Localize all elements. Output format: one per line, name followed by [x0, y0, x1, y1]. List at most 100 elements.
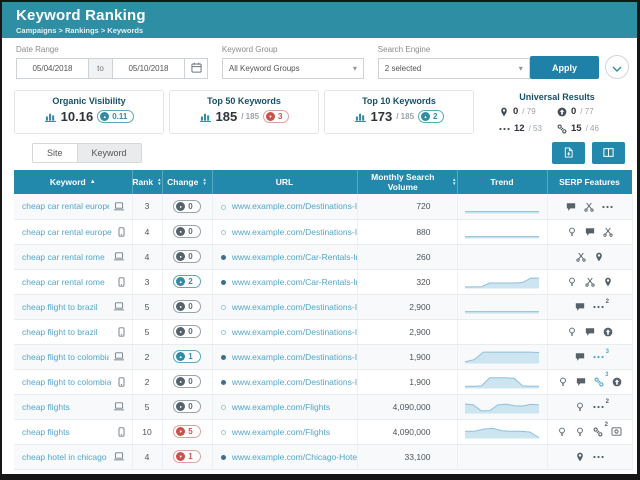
- url-link[interactable]: www.example.com/Car-Rentals-In-Rom…: [232, 252, 357, 262]
- table-row: cheap flights 5 ●0 www.example.com/Fligh…: [14, 394, 632, 419]
- tab-keyword[interactable]: Keyword: [78, 144, 141, 162]
- keyword-group-filter: Keyword Group All Keyword Groups ▾: [222, 45, 364, 79]
- date-to-input[interactable]: [112, 58, 184, 79]
- date-from-input[interactable]: [16, 58, 88, 79]
- rank-value: 5: [132, 319, 162, 344]
- pin-serp-icon: [594, 252, 604, 262]
- keyword-link[interactable]: cheap flight to brazil: [22, 327, 98, 337]
- serp-features-cell: [547, 269, 632, 294]
- keyword-link[interactable]: cheap flight to colombia: [22, 377, 111, 387]
- rank-value: 5: [132, 394, 162, 419]
- column-header-rank[interactable]: Rank ▲▼: [132, 170, 162, 194]
- universal-result-value: 0: [513, 106, 518, 117]
- keyword-link[interactable]: cheap flights: [22, 402, 70, 412]
- universal-result-total: / 53: [529, 124, 542, 133]
- trend-sparkline: [464, 198, 540, 215]
- url-link[interactable]: www.example.com/Flights: [232, 427, 330, 437]
- keyword-link[interactable]: cheap car rental rome: [22, 277, 105, 287]
- speech-serp-icon: [585, 227, 595, 237]
- universal-result-value: 12: [514, 123, 525, 134]
- url-link[interactable]: www.example.com/Destinations-In-Bra…: [232, 302, 357, 312]
- trend-sparkline: [464, 273, 540, 290]
- url-link[interactable]: www.example.com/Chicago-Hotels.d17…: [232, 452, 357, 462]
- bulb-serp-icon: [557, 427, 567, 437]
- delta-badge: ▲0.11: [97, 110, 134, 123]
- sort-icon: ▲▼: [202, 178, 206, 186]
- table-row: cheap flight to brazil 5 ●0 www.example.…: [14, 319, 632, 344]
- desktop-icon: [109, 402, 125, 411]
- keyword-group-select[interactable]: All Keyword Groups ▾: [222, 58, 364, 79]
- columns-button[interactable]: [592, 142, 625, 164]
- desktop-icon: [109, 352, 125, 361]
- url-link[interactable]: www.example.com/Destinations-In-Col…: [232, 352, 357, 362]
- column-label: SERP Features: [559, 177, 620, 187]
- column-header-monthly-search-volume[interactable]: Monthly Search Volume▲▼: [357, 170, 457, 194]
- serp-features-cell: 3: [547, 344, 632, 369]
- search-volume-value: 2,900: [357, 319, 457, 344]
- url-link[interactable]: www.example.com/Destinations-In-Col…: [232, 377, 357, 387]
- trend-sparkline: [464, 298, 540, 315]
- serp-features-cell: [547, 244, 632, 269]
- change-badge: ▼1: [173, 450, 200, 463]
- column-header-serp-features: SERP Features: [547, 170, 632, 194]
- table-row: cheap hotel in chicago 4 ▼1 www.example.…: [14, 444, 632, 469]
- keyword-link[interactable]: cheap flight to colombia: [22, 352, 109, 362]
- url-link[interactable]: www.example.com/Flights: [232, 402, 330, 412]
- keyword-link[interactable]: cheap flights: [22, 427, 70, 437]
- desktop-icon: [109, 202, 125, 211]
- serp-features-cell: 2: [547, 294, 632, 319]
- change-badge: ▲2: [173, 275, 200, 288]
- change-badge: ●0: [173, 400, 200, 413]
- serp-features-cell: 2: [547, 419, 632, 444]
- url-status-dot: [221, 330, 226, 335]
- keyword-link[interactable]: cheap flight to brazil: [22, 302, 98, 312]
- url-link[interactable]: www.example.com/Car-Rentals-In-Rom…: [232, 277, 357, 287]
- url-link[interactable]: www.example.com/Destinations-In-Bra…: [232, 327, 357, 337]
- card-value: 10.16: [61, 109, 94, 124]
- url-link[interactable]: www.example.com/Destinations-In-Eur…: [232, 201, 357, 211]
- mobile-icon: [114, 227, 125, 237]
- apply-button[interactable]: Apply: [530, 56, 599, 79]
- universal-result-total: / 79: [522, 107, 535, 116]
- search-volume-value: 880: [357, 219, 457, 244]
- export-button[interactable]: [552, 142, 585, 164]
- column-label: Rank: [132, 177, 153, 187]
- cut-serp-icon: [585, 277, 595, 287]
- keyword-link[interactable]: cheap hotel in chicago: [22, 452, 107, 462]
- calendar-icon: [191, 61, 202, 76]
- column-label: Trend: [490, 177, 513, 187]
- keyword-link[interactable]: cheap car rental europe: [22, 227, 112, 237]
- columns-icon: [603, 146, 614, 161]
- column-header-change[interactable]: Change▲▼: [162, 170, 212, 194]
- pin-serp-icon: [603, 277, 613, 287]
- change-badge: ●0: [173, 250, 200, 263]
- change-badge: ●0: [173, 325, 200, 338]
- tab-site[interactable]: Site: [33, 144, 78, 162]
- url-status-dot: [221, 430, 226, 435]
- export-file-icon: [563, 146, 574, 161]
- column-header-keyword[interactable]: Keyword▲: [14, 170, 132, 194]
- keywords-table: Keyword▲ Rank▲▼ Change▲▼ URL Monthly Sea…: [14, 170, 627, 470]
- keyword-link[interactable]: cheap car rental europe: [22, 201, 109, 211]
- breadcrumb[interactable]: Campaigns > Rankings > Keywords: [16, 26, 637, 35]
- mobile-icon: [114, 427, 125, 437]
- url-link[interactable]: www.example.com/Destinations-In-Eur…: [232, 227, 357, 237]
- summary-cards: Organic Visibility 10.16 ▲0.11 Top 50 Ke…: [2, 88, 637, 134]
- bar-chart-icon: [354, 111, 367, 122]
- table-row: cheap flight to colombia 2 ▲1 www.exampl…: [14, 344, 632, 369]
- trend-sparkline: [464, 423, 540, 440]
- bulb-serp-icon: [575, 402, 585, 412]
- search-engine-select[interactable]: 2 selected ▾: [378, 58, 530, 79]
- links-serp-icon: 3: [594, 377, 604, 387]
- top-50-keywords-card: Top 50 Keywords 185 / 185 ▼3: [169, 90, 319, 134]
- rank-value: 4: [132, 219, 162, 244]
- calendar-button[interactable]: [184, 58, 208, 79]
- expand-filters-button[interactable]: [605, 55, 629, 79]
- search-volume-value: 4,090,000: [357, 419, 457, 444]
- sort-icon: ▲▼: [157, 178, 161, 186]
- bar-chart-icon: [199, 111, 212, 122]
- bulb-serp-icon: [567, 277, 577, 287]
- keyword-link[interactable]: cheap car rental rome: [22, 252, 105, 262]
- url-status-dot: [221, 380, 226, 385]
- universal-result-value: 0: [571, 106, 576, 117]
